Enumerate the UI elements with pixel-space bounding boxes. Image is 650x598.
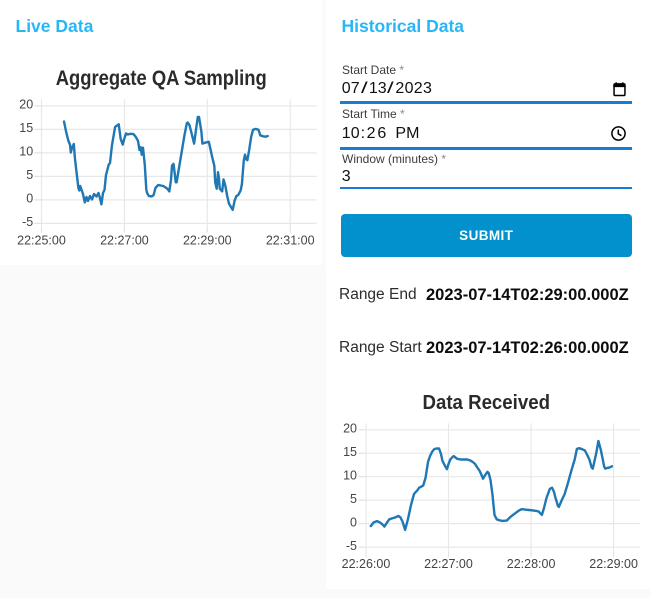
svg-text:22:29:00: 22:29:00: [589, 557, 638, 571]
svg-text:-5: -5: [346, 539, 357, 553]
svg-text:-5: -5: [22, 215, 33, 229]
svg-text:20: 20: [19, 98, 33, 112]
svg-text:Aggregate QA Sampling: Aggregate QA Sampling: [56, 66, 267, 90]
svg-text:10: 10: [19, 145, 33, 159]
svg-text:5: 5: [350, 492, 357, 506]
svg-text:22:31:00: 22:31:00: [266, 234, 315, 248]
svg-text:15: 15: [343, 445, 357, 459]
svg-text:22:28:00: 22:28:00: [507, 557, 556, 571]
svg-text:0: 0: [26, 192, 33, 206]
svg-text:10: 10: [343, 468, 357, 482]
svg-text:20: 20: [343, 422, 357, 436]
svg-text:22:27:00: 22:27:00: [100, 234, 149, 248]
svg-text:22:29:00: 22:29:00: [183, 234, 232, 248]
svg-text:5: 5: [26, 168, 33, 182]
svg-text:Data Received: Data Received: [423, 391, 551, 414]
svg-text:22:27:00: 22:27:00: [424, 557, 473, 571]
svg-text:22:26:00: 22:26:00: [342, 557, 391, 571]
svg-text:0: 0: [350, 515, 357, 529]
svg-text:15: 15: [19, 121, 33, 135]
svg-text:22:25:00: 22:25:00: [17, 234, 66, 248]
